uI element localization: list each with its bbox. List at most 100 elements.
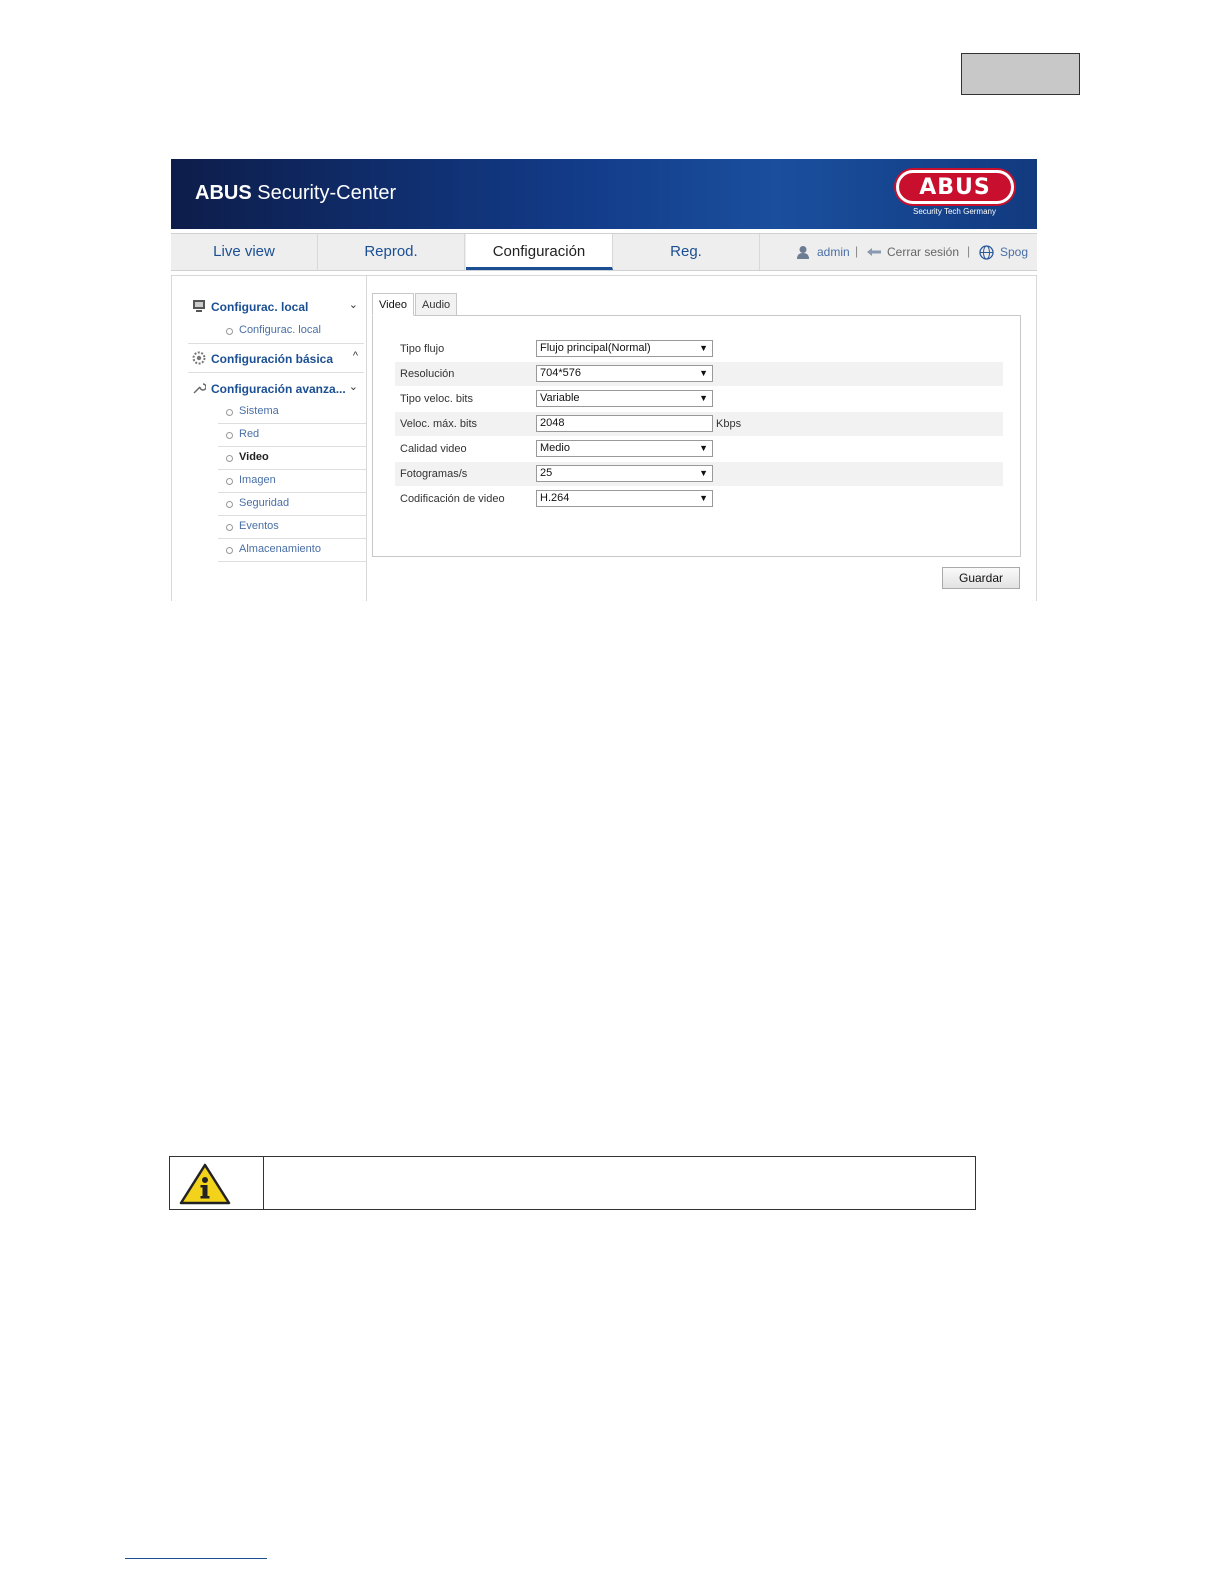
select-value: Variable [540,392,580,404]
video-quality-select[interactable]: Medio ▼ [536,440,713,457]
resolution-select[interactable]: 704*576 ▼ [536,365,713,382]
bullet-icon [226,547,233,554]
main-panel: Video Audio Tipo flujo Flujo principal(N… [372,276,1032,601]
video-encoding-select[interactable]: H.264 ▼ [536,490,713,507]
logout-link[interactable]: Cerrar sesión [887,245,959,259]
content-area: Configurac. local ⌄ Configurac. local Co… [171,275,1037,601]
dropdown-arrow-icon: ▼ [699,368,708,378]
sidebar-section-label: Configuración básica [211,352,334,366]
abus-logo-text: ABUS [919,175,991,200]
sidebar-item-seguridad[interactable]: Seguridad [218,493,366,516]
field-label: Resolución [400,368,455,380]
tab-live-view[interactable]: Live view [171,234,318,270]
abus-logo: ABUS [896,170,1014,204]
bullet-icon [226,432,233,439]
video-settings-panel: Tipo flujo Flujo principal(Normal) ▼ Res… [372,315,1021,557]
chevron-down-icon: ⌄ [348,299,358,311]
form-row-stream-type: Tipo flujo Flujo principal(Normal) ▼ [395,337,1003,361]
tab-video[interactable]: Video [372,293,414,316]
monitor-icon [193,300,205,312]
sidebar-item-video[interactable]: Video [218,447,366,470]
field-label: Tipo veloc. bits [400,393,473,405]
logout-icon [867,248,881,256]
bullet-icon [226,478,233,485]
note-box [169,1156,976,1210]
sidebar-item-label: Red [239,428,260,440]
select-value: Medio [540,442,570,454]
dropdown-arrow-icon: ▼ [699,343,708,353]
sidebar-item-label: Eventos [239,520,279,532]
dropdown-arrow-icon: ▼ [699,493,708,503]
header-banner: ABUS Security-Center ABUS Security Tech … [171,159,1037,229]
select-value: H.264 [540,492,570,504]
tab-reprod[interactable]: Reprod. [318,234,465,270]
sidebar-item-local-config[interactable]: Configurac. local [218,322,366,344]
sidebar-item-imagen[interactable]: Imagen [218,470,366,493]
app-title-brand: ABUS [195,182,252,204]
dropdown-arrow-icon: ▼ [699,393,708,403]
sidebar-section-basic-config[interactable]: Configuración básica ^ [188,345,364,373]
select-value: 25 [540,467,553,479]
bullet-icon [226,328,233,335]
sidebar-section-label: Configuración avanza... [211,382,346,396]
tab-audio[interactable]: Audio [415,293,458,316]
sidebar-item-almacenamiento[interactable]: Almacenamiento [218,539,366,562]
field-label: Fotogramas/s [400,468,468,480]
sidebar-item-eventos[interactable]: Eventos [218,516,366,539]
form-row-video-quality: Calidad video Medio ▼ [395,437,1003,461]
globe-icon [979,245,994,260]
bitrate-type-select[interactable]: Variable ▼ [536,390,713,407]
sidebar-item-red[interactable]: Red [218,424,366,447]
chevron-down-icon: ⌄ [348,381,358,393]
tab-configuracion[interactable]: Configuración [466,234,613,270]
field-label: Tipo flujo [400,343,445,355]
gear-icon [192,351,206,365]
language-link[interactable]: Spog [1000,245,1028,259]
wrench-icon [193,383,206,394]
field-label: Veloc. máx. bits [400,418,478,430]
stream-type-select[interactable]: Flujo principal(Normal) ▼ [536,340,713,357]
chevron-up-icon: ^ [352,350,358,362]
form-row-video-encoding: Codificación de video H.264 ▼ [395,487,1003,511]
sidebar-section-advanced-config[interactable]: Configuración avanza... ⌄ [188,375,364,403]
field-label: Codificación de video [400,493,505,505]
note-icon-cell [170,1157,264,1209]
sidebar-item-label: Imagen [239,474,276,486]
select-value: Flujo principal(Normal) [540,342,651,354]
logo-subtitle: Security Tech Germany [913,207,996,216]
top-navigation: Live view Reprod. Configuración Reg. adm… [171,233,1037,271]
form-row-resolution: Resolución 704*576 ▼ [395,362,1003,386]
app-title-rest: Security-Center [251,182,397,204]
nav-separator-2: | [967,244,971,258]
bullet-icon [226,501,233,508]
sidebar-item-label: Sistema [239,405,279,417]
page-number-box [961,53,1080,95]
tab-reg[interactable]: Reg. [613,234,760,270]
bullet-icon [226,455,233,462]
max-bitrate-input[interactable]: 2048 [536,415,713,432]
info-warning-icon [179,1163,231,1205]
sidebar-item-label: Almacenamiento [239,543,321,555]
user-link[interactable]: admin [817,245,850,259]
frame-rate-select[interactable]: 25 ▼ [536,465,713,482]
divider [188,343,364,344]
sidebar-item-label: Seguridad [239,497,290,509]
sidebar-section-local-config[interactable]: Configurac. local ⌄ [188,293,364,321]
sidebar: Configurac. local ⌄ Configurac. local Co… [172,276,367,601]
sidebar-item-sistema[interactable]: Sistema [218,401,366,424]
select-value: 704*576 [540,367,581,379]
form-row-max-bitrate: Veloc. máx. bits 2048 Kbps [395,412,1003,436]
user-icon [797,246,809,259]
bullet-icon [226,409,233,416]
sidebar-item-label: Configurac. local [239,324,321,336]
save-button[interactable]: Guardar [942,567,1020,589]
form-row-bitrate-type: Tipo veloc. bits Variable ▼ [395,387,1003,411]
nav-separator: | [855,244,859,258]
sidebar-section-label: Configurac. local [211,300,309,314]
dropdown-arrow-icon: ▼ [699,443,708,453]
bitrate-unit: Kbps [716,418,742,430]
field-label: Calidad video [400,443,467,455]
form-row-frame-rate: Fotogramas/s 25 ▼ [395,462,1003,486]
bullet-icon [226,524,233,531]
sidebar-item-label: Video [239,451,269,463]
